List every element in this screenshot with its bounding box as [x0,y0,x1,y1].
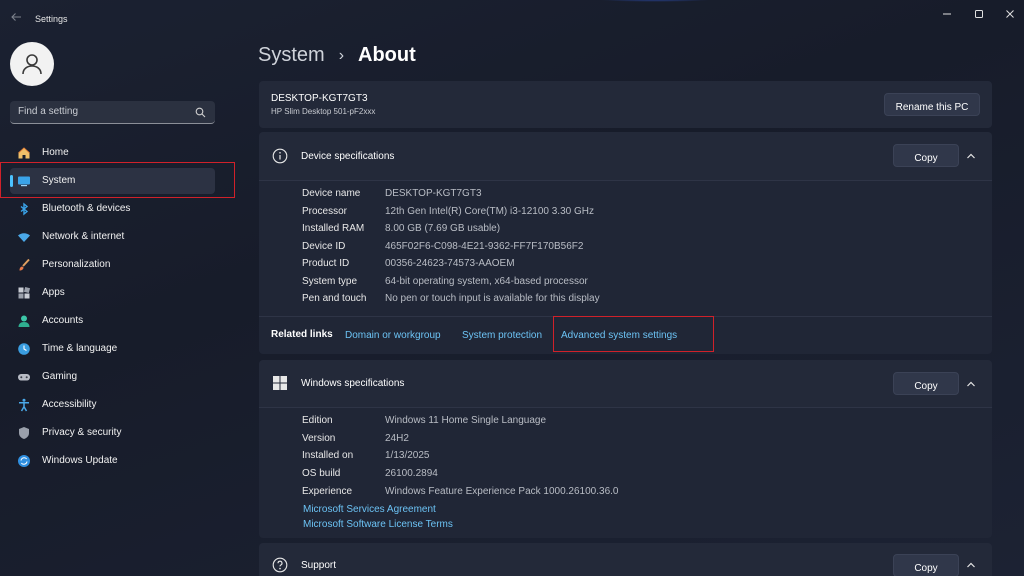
rename-pc-button[interactable]: Rename this PC [884,93,980,116]
close-icon[interactable] [1003,7,1017,21]
sidebar-item-label: Accessibility [42,399,97,410]
domain-workgroup-link[interactable]: Domain or workgroup [345,330,441,341]
chevron-up-icon[interactable] [965,150,977,162]
windows-specs-title: Windows specifications [301,378,405,389]
copy-support-button[interactable]: Copy [893,554,959,576]
search-icon[interactable] [195,107,206,118]
sidebar-item-bluetooth[interactable]: Bluetooth & devices [10,196,215,222]
spec-value: 12th Gen Intel(R) Core(TM) i3-12100 3.30… [385,206,594,217]
title-bar: Settings [0,0,1024,36]
spec-value: 00356-24623-74573-AAOEM [385,258,515,269]
sidebar-item-label: Accounts [42,315,84,326]
sidebar-item-label: Apps [42,287,65,298]
sidebar-item-time-language[interactable]: Time & language [10,336,215,362]
device-name: DESKTOP-KGT7GT3 [271,93,368,104]
sidebar-item-gaming[interactable]: Gaming [10,364,215,390]
sidebar-item-label: Privacy & security [42,427,122,438]
windows-specs-body: Edition Windows 11 Home Single Language … [259,407,992,538]
apps-icon [18,286,31,299]
spec-label: OS build [302,468,341,479]
app-title: Settings [35,14,68,24]
windows-logo-icon [273,376,287,390]
accounts-icon [18,315,30,327]
spec-label: Version [302,433,336,444]
accessibility-icon [19,398,29,412]
info-icon [272,148,288,164]
support-title: Support [301,560,337,571]
spec-label: Device ID [302,241,346,252]
spec-value: 26100.2894 [385,468,438,479]
spec-value: 465F02F6-C098-4E21-9362-FF7F170B56F2 [385,241,584,252]
spec-label: Edition [302,415,333,426]
breadcrumb-parent[interactable]: System [258,44,325,67]
shield-icon [19,427,29,439]
services-agreement-link[interactable]: Microsoft Services Agreement [303,504,436,515]
bluetooth-icon [20,202,29,216]
globe-clock-icon [18,343,30,355]
sidebar-item-windows-update[interactable]: Windows Update [10,448,215,474]
avatar[interactable] [10,42,54,86]
spec-label: System type [302,276,358,287]
user-icon [22,54,42,75]
gamepad-icon [18,374,30,381]
copy-windows-specs-button[interactable]: Copy [893,372,959,395]
spec-label: Product ID [302,258,350,269]
device-name-card: DESKTOP-KGT7GT3 HP Slim Desktop 501-pF2x… [259,81,992,128]
spec-value: Windows 11 Home Single Language [385,415,547,426]
chevron-up-icon[interactable] [965,378,977,390]
breadcrumb: System › About [258,44,416,67]
spec-value: Windows Feature Experience Pack 1000.261… [385,486,619,497]
copy-device-specs-button[interactable]: Copy [893,144,959,167]
sidebar-item-label: Windows Update [42,455,118,466]
sidebar-item-label: Gaming [42,371,78,382]
paintbrush-icon [19,258,30,271]
maximize-icon[interactable] [972,7,986,21]
sidebar-item-accounts[interactable]: Accounts [10,308,215,334]
spec-value: 24H2 [385,433,409,444]
back-arrow-icon[interactable] [10,11,22,23]
sidebar-item-label: Network & internet [42,231,125,242]
license-terms-link[interactable]: Microsoft Software License Terms [303,519,453,530]
help-icon [272,557,288,573]
spec-value: 8.00 GB (7.69 GB usable) [385,223,501,234]
minimize-icon[interactable] [940,7,954,21]
search-box[interactable] [10,101,215,124]
spec-value: DESKTOP-KGT7GT3 [385,188,482,199]
spec-label: Installed on [302,450,354,461]
update-icon [18,455,30,467]
chevron-up-icon[interactable] [965,559,977,571]
support-header[interactable]: Support Copy [259,543,992,576]
spec-value: 64-bit operating system, x64-based proce… [385,276,588,287]
spec-label: Installed RAM [302,223,365,234]
spec-label: Device name [302,188,361,199]
device-specs-title: Device specifications [301,151,395,162]
sidebar-item-personalization[interactable]: Personalization [10,252,215,278]
sidebar-item-apps[interactable]: Apps [10,280,215,306]
breadcrumb-separator: › [338,46,345,64]
spec-label: Pen and touch [302,293,367,304]
sidebar-item-label: Time & language [42,343,118,354]
device-specs-body: Device name DESKTOP-KGT7GT3 Processor 12… [259,180,992,316]
search-input[interactable] [18,106,188,117]
wifi-icon [18,233,30,242]
highlight-box-advanced-settings [553,316,714,352]
device-model: HP Slim Desktop 501-pF2xxx [271,107,376,116]
sidebar-item-privacy-security[interactable]: Privacy & security [10,420,215,446]
spec-label: Processor [302,206,348,217]
system-protection-link[interactable]: System protection [462,330,542,341]
related-links-label: Related links [271,329,333,340]
device-specs-header[interactable]: Device specifications Copy [259,132,992,180]
sidebar-item-accessibility[interactable]: Accessibility [10,392,215,418]
highlight-box-system [0,162,235,198]
sidebar-item-label: Personalization [42,259,111,270]
spec-value: No pen or touch input is available for t… [385,293,600,304]
spec-label: Experience [302,486,353,497]
sidebar-item-network[interactable]: Network & internet [10,224,215,250]
home-icon [18,147,30,159]
sidebar-item-label: Bluetooth & devices [42,203,131,214]
page-title: About [358,44,416,66]
sidebar-item-label: Home [42,147,69,158]
windows-specs-header[interactable]: Windows specifications Copy [259,360,992,407]
spec-value: 1/13/2025 [385,450,430,461]
